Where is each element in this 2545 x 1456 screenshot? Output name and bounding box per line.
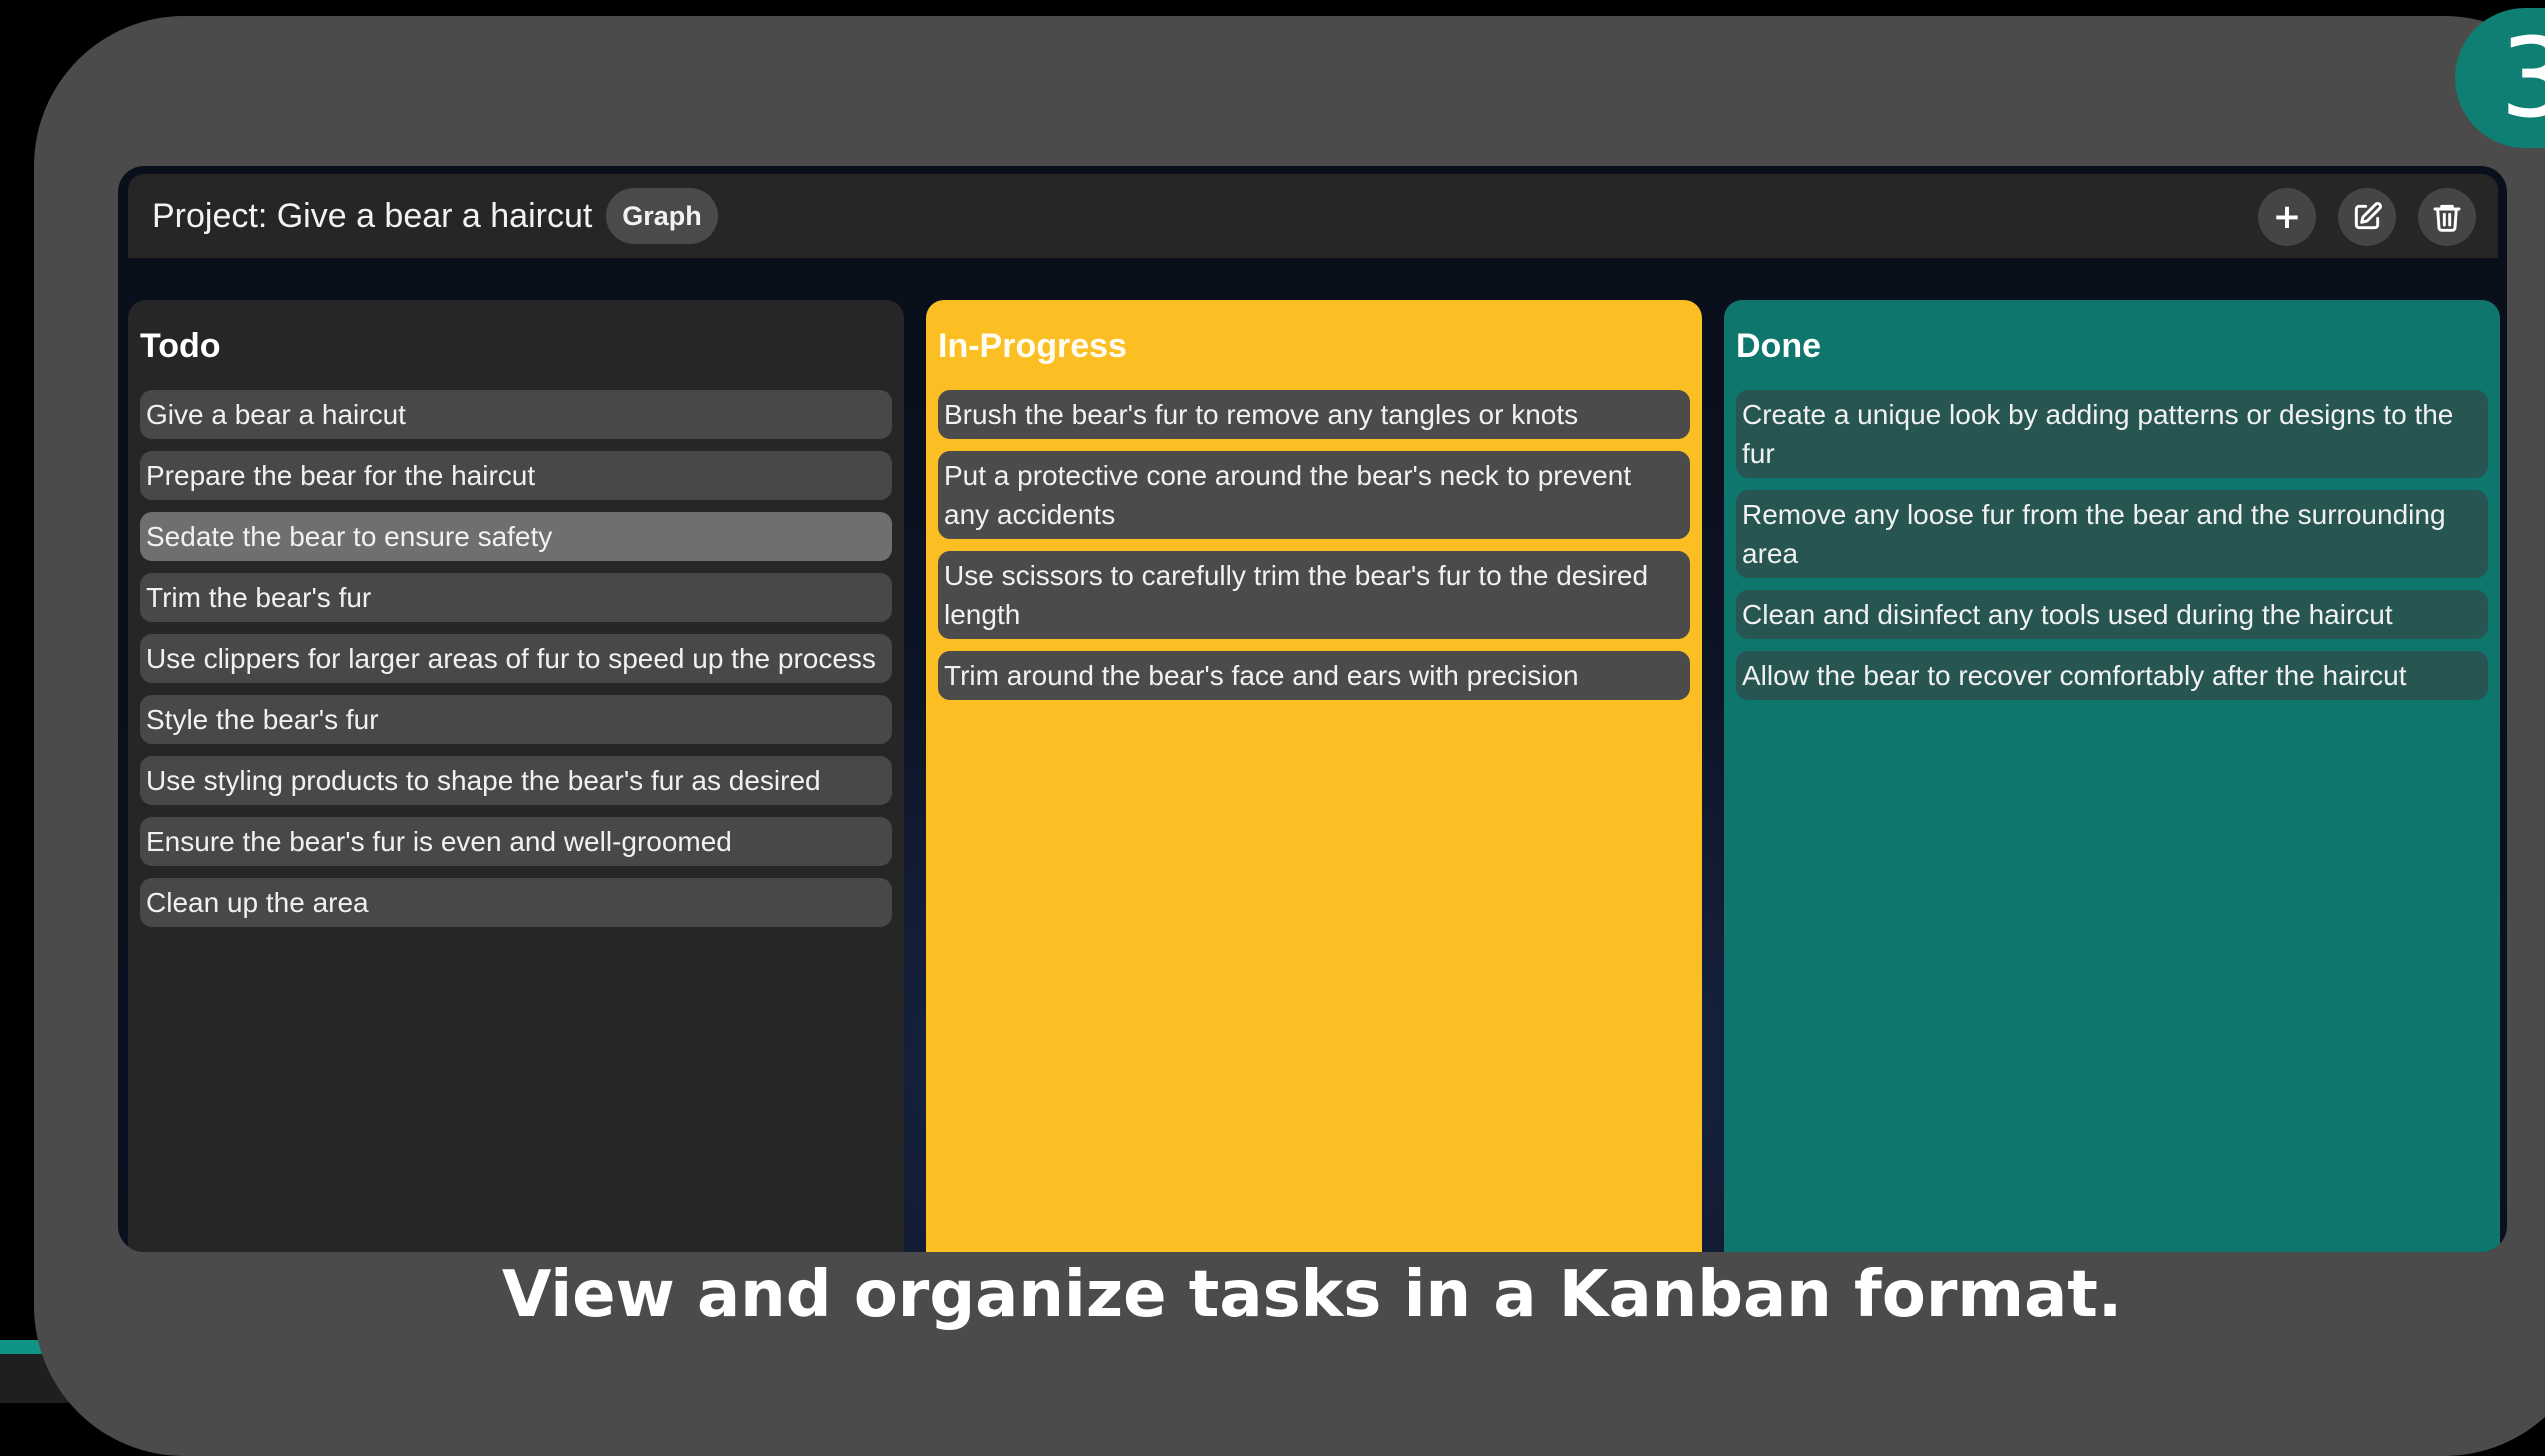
task-card[interactable]: Use scissors to carefully trim the bear'… xyxy=(938,551,1690,639)
task-card[interactable]: Style the bear's fur xyxy=(140,695,892,744)
project-header: Project: Give a bear a haircut Graph + xyxy=(128,174,2498,258)
task-card[interactable]: Use styling products to shape the bear's… xyxy=(140,756,892,805)
trash-icon xyxy=(2433,204,2461,232)
task-card[interactable]: Use clippers for larger areas of fur to … xyxy=(140,634,892,683)
column-todo: Todo Give a bear a haircut Prepare the b… xyxy=(128,300,904,1252)
kanban-app-window: Project: Give a bear a haircut Graph + T… xyxy=(118,166,2507,1252)
task-card[interactable]: Trim around the bear's face and ears wit… xyxy=(938,651,1690,700)
task-card[interactable]: Clean up the area xyxy=(140,878,892,927)
column-done: Done Create a unique look by adding patt… xyxy=(1724,300,2500,1252)
task-card[interactable]: Create a unique look by adding patterns … xyxy=(1736,390,2488,478)
task-card[interactable]: Remove any loose fur from the bear and t… xyxy=(1736,490,2488,578)
task-card[interactable]: Brush the bear's fur to remove any tangl… xyxy=(938,390,1690,439)
add-task-button[interactable]: + xyxy=(2258,188,2316,246)
delete-project-button[interactable] xyxy=(2418,188,2476,246)
card-list: Create a unique look by adding patterns … xyxy=(1736,390,2500,712)
task-card[interactable]: Ensure the bear's fur is even and well-g… xyxy=(140,817,892,866)
task-card[interactable]: Clean and disinfect any tools used durin… xyxy=(1736,590,2488,639)
caption: View and organize tasks in a Kanban form… xyxy=(501,1258,2123,1332)
task-card[interactable]: Put a protective cone around the bear's … xyxy=(938,451,1690,539)
edit-project-button[interactable] xyxy=(2338,188,2396,246)
graph-button[interactable]: Graph xyxy=(606,188,718,244)
column-title: In-Progress xyxy=(938,327,1127,365)
project-title: Project: Give a bear a haircut xyxy=(152,197,593,235)
card-list: Brush the bear's fur to remove any tangl… xyxy=(938,390,1702,712)
card-list: Give a bear a haircut Prepare the bear f… xyxy=(140,390,904,939)
task-card[interactable]: Sedate the bear to ensure safety xyxy=(140,512,892,561)
column-in-progress: In-Progress Brush the bear's fur to remo… xyxy=(926,300,1702,1252)
column-title: Done xyxy=(1736,327,1821,365)
task-card[interactable]: Trim the bear's fur xyxy=(140,573,892,622)
task-card[interactable]: Give a bear a haircut xyxy=(140,390,892,439)
column-title: Todo xyxy=(140,327,221,365)
plus-icon: + xyxy=(2272,197,2302,237)
edit-icon xyxy=(2354,202,2382,230)
task-card[interactable]: Prepare the bear for the haircut xyxy=(140,451,892,500)
task-card[interactable]: Allow the bear to recover comfortably af… xyxy=(1736,651,2488,700)
